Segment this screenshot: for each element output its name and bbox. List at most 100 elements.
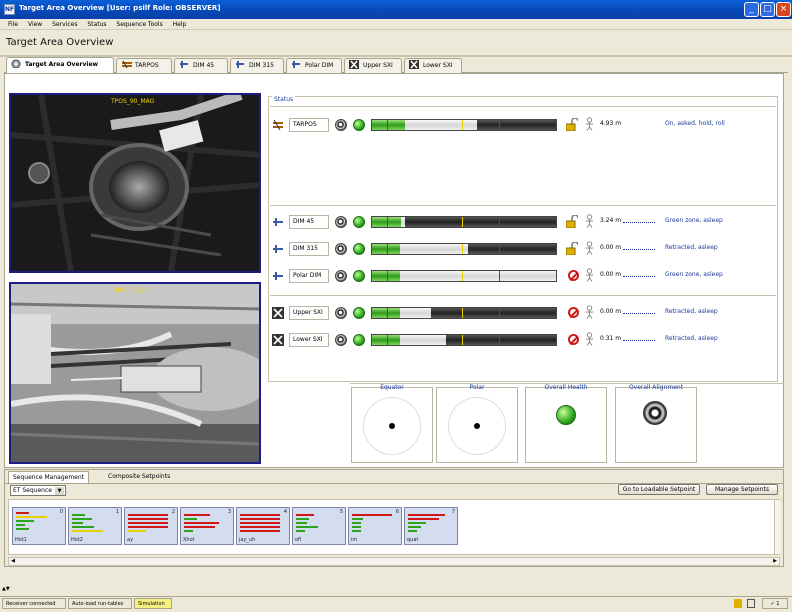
camera-top-image [11, 95, 259, 271]
collapse-arrows-icon[interactable]: ▲▼ [2, 586, 10, 592]
sequence-thumbnail[interactable]: 0 Hot1 [12, 507, 66, 545]
sequence-thumbnail[interactable]: 1 Hot2 [68, 507, 122, 545]
thumbnail-index: 1 [115, 509, 119, 515]
person-icon [585, 214, 594, 228]
row-name: Upper SXI [289, 306, 329, 320]
sequence-thumbnail[interactable]: 7 quat [404, 507, 458, 545]
menu-services[interactable]: Services [52, 19, 77, 30]
tarpos-icon [121, 60, 132, 69]
thumbnail-bar [72, 526, 94, 528]
person-icon [585, 268, 594, 282]
polar-label: Polar [469, 384, 485, 391]
equator-gauge[interactable]: Equator [351, 384, 433, 463]
horizontal-scrollbar[interactable]: ◀ ▶ [8, 557, 780, 566]
minimize-button[interactable]: _ [744, 2, 759, 17]
thumbnail-bar [408, 518, 439, 520]
tab-target-area-overview[interactable]: Target Area Overview [6, 57, 114, 74]
status-led-icon [353, 119, 365, 131]
sequence-thumbnail[interactable]: 3 Xhot [180, 507, 234, 545]
tab-dim45[interactable]: DIM 45 [174, 58, 228, 73]
knob-icon[interactable] [335, 243, 347, 255]
sequence-thumbnail[interactable]: 5 ofl [292, 507, 346, 545]
leader-line [623, 222, 655, 223]
status-description: Retracted, asleep [665, 308, 718, 315]
status-row-dim45[interactable]: DIM 45 3.24 m Green zone, asleep [272, 214, 772, 230]
go-to-loadable-setpoint-button[interactable]: Go to Loadable Setpoint [618, 484, 700, 495]
status-row-polar[interactable]: Polar DIM 0.00 m Green zone, asleep [272, 268, 772, 284]
tab-upper-sxi[interactable]: Upper SXI [344, 58, 402, 73]
knob-icon[interactable] [335, 216, 347, 228]
thumbnail-bar [128, 522, 168, 524]
vertical-scrollbar[interactable] [774, 500, 780, 554]
maximize-button[interactable]: □ [760, 2, 775, 17]
thumbnail-index: 2 [171, 509, 175, 515]
green-marker [386, 271, 388, 281]
thumbnail-bar [128, 526, 168, 528]
tab-dim315[interactable]: DIM 315 [230, 58, 284, 73]
thumbnail-bar [296, 522, 307, 524]
status-led-icon [353, 307, 365, 319]
thumbnail-bar [16, 524, 25, 526]
thumbnail-bar [296, 526, 318, 528]
camera-view-top[interactable]: TPOS_90_MAG [9, 93, 261, 273]
red-marker [498, 120, 500, 130]
status-row-dim315[interactable]: DIM 315 0.00 m Retracted, asleep [272, 241, 772, 257]
sequence-thumbnail[interactable]: 4 jay_uh [236, 507, 290, 545]
tab-lower-sxi[interactable]: Lower SXI [404, 58, 462, 73]
menu-view[interactable]: View [28, 19, 42, 30]
knob-icon[interactable] [335, 307, 347, 319]
no-entry-icon[interactable] [568, 270, 579, 281]
status-simulation: Simulation [134, 598, 172, 609]
yellow-marker [462, 244, 464, 254]
dim-icon [272, 270, 284, 282]
knob-icon[interactable] [335, 334, 347, 346]
tab-composite-setpoints[interactable]: Composite Setpoints [104, 471, 174, 483]
lock-open-icon[interactable] [565, 214, 579, 229]
thumbnail-bar [72, 518, 92, 520]
thumbnail-bar [352, 514, 392, 516]
status-row-tarpos[interactable]: TARPOS 4.93 m On, asked, hold, roll [272, 117, 772, 133]
safe-zone-fill [372, 120, 406, 130]
overall-alignment-gauge[interactable]: Overall Alignment [615, 384, 697, 463]
menu-bar: File View Services Status Sequence Tools… [0, 19, 792, 30]
manage-setpoints-button[interactable]: Manage Setpoints [706, 484, 778, 495]
knob-icon[interactable] [335, 270, 347, 282]
sequence-thumbnail[interactable]: 6 im [348, 507, 402, 545]
thumbnail-bar [352, 530, 361, 532]
menu-file[interactable]: File [8, 19, 18, 30]
overall-health-gauge[interactable]: Overall Health [525, 384, 607, 463]
tab-polar-dim[interactable]: Polar DIM [286, 58, 342, 73]
knob-icon[interactable] [335, 119, 347, 131]
row-name: Polar DIM [289, 269, 329, 283]
status-description: Green zone, asleep [665, 217, 723, 224]
menu-sequence-tools[interactable]: Sequence Tools [116, 19, 162, 30]
lock-open-icon[interactable] [565, 241, 579, 256]
lock-status-icon [734, 599, 742, 608]
no-entry-icon[interactable] [568, 307, 579, 318]
leader-line [623, 313, 655, 314]
sequence-thumbnail[interactable]: 2 ay [124, 507, 178, 545]
sequence-select[interactable]: ET Sequence ▼ [10, 485, 66, 496]
tab-tarpos[interactable]: TARPOS [116, 58, 172, 73]
status-row-lower[interactable]: Lower SXI 0.31 m Retracted, asleep [272, 332, 772, 348]
connection-status-icon: ✓ 1 [762, 598, 788, 609]
sxi-icon [349, 60, 359, 69]
close-button[interactable]: × [776, 2, 791, 17]
tab-sequence-management[interactable]: Sequence Management [8, 471, 90, 483]
thumbnail-bar [408, 530, 417, 532]
thumbnail-bar [184, 526, 215, 528]
scroll-left-icon[interactable]: ◀ [9, 558, 17, 565]
green-marker [386, 308, 388, 318]
menu-help[interactable]: Help [173, 19, 187, 30]
status-divider [270, 295, 776, 296]
polar-dot [474, 423, 480, 429]
scroll-right-icon[interactable]: ▶ [771, 558, 779, 565]
health-led-icon [556, 405, 576, 425]
status-row-upper[interactable]: Upper SXI 0.00 m Retracted, asleep [272, 305, 772, 321]
no-entry-icon[interactable] [568, 334, 579, 345]
polar-gauge[interactable]: Polar [436, 384, 518, 463]
lock-open-icon[interactable] [565, 117, 579, 132]
camera-view-bottom[interactable]: DIM5 7_225 [9, 282, 261, 464]
leader-line [623, 249, 655, 250]
menu-status[interactable]: Status [87, 19, 106, 30]
